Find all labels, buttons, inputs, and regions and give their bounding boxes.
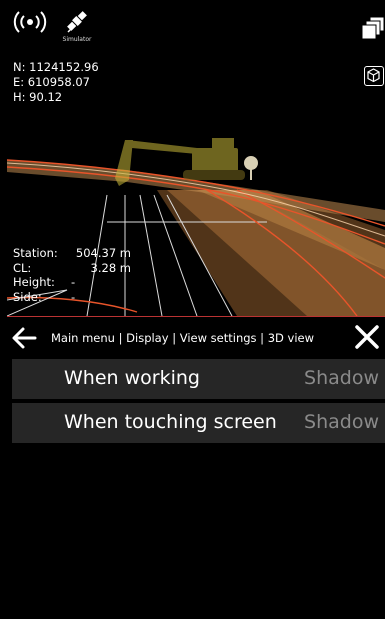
height-value: - — [71, 275, 76, 289]
easting: E: 610958.07 — [13, 75, 90, 89]
setting-value: Shadow — [304, 411, 379, 433]
satellite-status[interactable]: Simulator — [59, 8, 95, 48]
setting-label: When working — [64, 367, 200, 389]
coordinates-readout: N: 1124152.96 E: 610958.07 H: 90.12 — [13, 60, 99, 105]
cube-view-icon[interactable] — [364, 66, 384, 86]
station-value: 504.37 m — [75, 246, 131, 260]
gps-signal-icon[interactable] — [13, 10, 47, 34]
side-label: Side: — [13, 289, 42, 304]
satellite-icon — [67, 11, 87, 33]
height: H: 90.12 — [13, 90, 63, 104]
setting-label: When touching screen — [64, 411, 277, 433]
setting-row-when-touching-screen[interactable]: When touching screen Shadow — [12, 403, 385, 443]
station-label: Station: — [13, 246, 58, 260]
breadcrumb: Main menu | Display | View settings | 3D… — [51, 331, 315, 345]
menu-bar: Main menu | Display | View settings | 3D… — [7, 316, 385, 358]
side-value: - — [71, 289, 76, 304]
northing: N: 1124152.96 — [13, 60, 99, 74]
height-label: Height: — [13, 275, 55, 289]
close-icon[interactable] — [355, 325, 379, 349]
3d-viewport[interactable]: Simulator N: 1124152.96 E: 610958.07 H: … — [7, 0, 385, 316]
cl-value: 3.28 m — [90, 260, 131, 275]
cl-label: CL: — [13, 260, 32, 275]
satellite-label: Simulator — [62, 36, 92, 43]
setting-row-when-working[interactable]: When working Shadow — [12, 359, 385, 399]
back-arrow-icon[interactable] — [11, 325, 37, 351]
station-readout: Station: 504.37 m CL: 3.28 m Height: - S… — [13, 246, 131, 304]
layers-icon[interactable] — [361, 16, 385, 40]
setting-value: Shadow — [304, 367, 379, 389]
